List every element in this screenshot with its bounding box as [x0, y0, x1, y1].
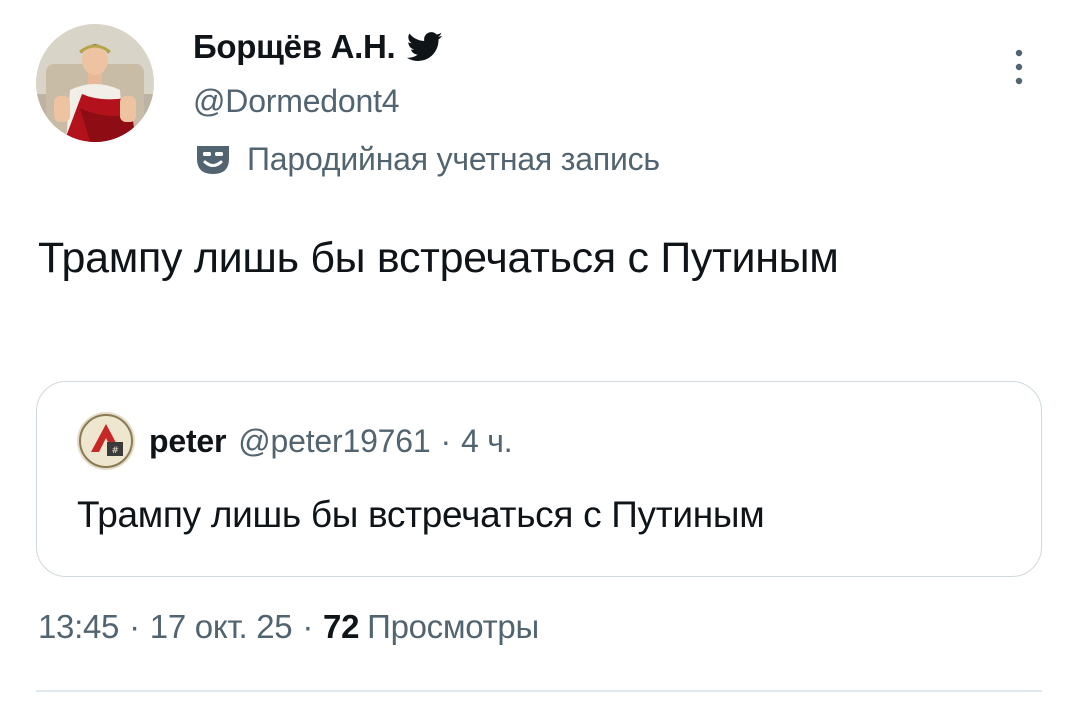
tweet-time[interactable]: 13:45	[38, 608, 119, 646]
tweet-meta: 13:45 · 17 окт. 25 · 72 Просмотры	[38, 608, 539, 646]
divider	[36, 690, 1042, 692]
author-display-name-row[interactable]: Борщёв А.Н.	[193, 25, 443, 69]
author-handle[interactable]: @Dormedont4	[193, 83, 400, 120]
tweet-date[interactable]: 17 окт. 25	[150, 608, 293, 646]
more-vertical-icon	[1014, 47, 1024, 92]
quoted-header-separator: ·	[440, 422, 451, 459]
tweet-text: Трампу лишь бы встречаться с Путиным	[38, 234, 839, 282]
quoted-tweet-header: # peter @peter19761 · 4 ч.	[77, 412, 513, 470]
svg-text:#: #	[111, 446, 118, 456]
quoted-author-avatar[interactable]: #	[77, 412, 135, 470]
parody-label-text: Пародийная учетная запись	[247, 141, 660, 177]
more-options-button[interactable]	[1004, 44, 1034, 94]
author-display-name[interactable]: Борщёв А.Н.	[193, 28, 396, 66]
quoted-tweet-text: Трампу лишь бы встречаться с Путиным	[77, 494, 765, 535]
quoted-tweet-card[interactable]: # peter @peter19761 · 4 ч. Трампу лишь б…	[36, 381, 1042, 577]
views-count: 72	[323, 608, 360, 645]
quoted-author-handle[interactable]: @peter19761	[238, 423, 430, 460]
parody-account-label: Пародийная учетная запись	[193, 141, 660, 178]
theater-mask-icon	[193, 143, 233, 177]
meta-separator-2: ·	[302, 608, 314, 645]
author-avatar[interactable]	[36, 24, 154, 142]
meta-separator-1: ·	[129, 608, 140, 645]
twitter-bird-icon	[407, 32, 443, 62]
views-label: Просмотры	[367, 608, 539, 645]
quoted-author-name[interactable]: peter	[149, 423, 226, 460]
quoted-tweet-time[interactable]: 4 ч.	[461, 423, 513, 460]
